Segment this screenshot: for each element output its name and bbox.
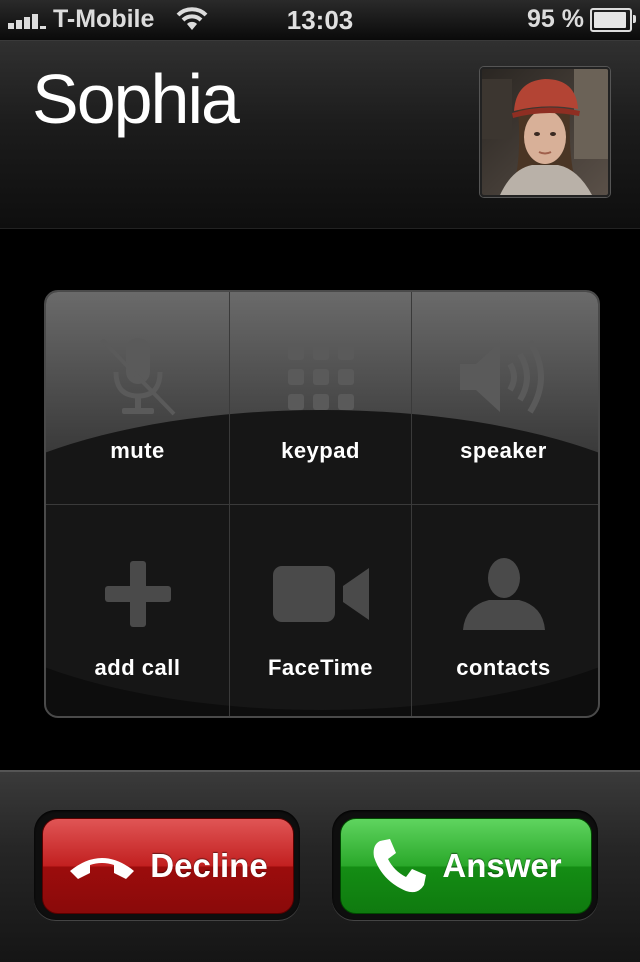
status-bar: T-Mobile 13:03 95 %	[0, 0, 640, 41]
speaker-icon	[459, 340, 544, 414]
keypad-button[interactable]: keypad	[229, 292, 412, 503]
plus-icon	[104, 561, 171, 627]
call-options-panel: mute keypad speaker add call FaceTime co…	[44, 290, 600, 718]
caller-header: Sophia	[0, 41, 640, 229]
wifi-icon	[176, 7, 208, 30]
mic-muted-icon	[100, 338, 175, 416]
call-action-bar: Decline Answer	[0, 770, 640, 962]
keypad-icon	[287, 344, 354, 410]
battery-level	[594, 12, 627, 28]
phone-handset-icon	[373, 839, 427, 893]
add-call-button[interactable]: add call	[46, 505, 229, 716]
speaker-label: speaker	[460, 438, 547, 463]
battery-icon	[590, 8, 636, 32]
caller-photo-image	[482, 69, 608, 195]
contacts-label: contacts	[456, 655, 551, 680]
decline-button[interactable]: Decline	[42, 818, 294, 914]
contact-silhouette-icon	[462, 558, 545, 630]
video-camera-icon	[272, 566, 369, 622]
mute-label: mute	[110, 438, 165, 463]
facetime-button[interactable]: FaceTime	[229, 505, 412, 716]
keypad-label: keypad	[281, 438, 360, 463]
hang-up-icon	[70, 858, 135, 879]
caller-name: Sophia	[32, 60, 240, 138]
contacts-button[interactable]: contacts	[412, 505, 595, 716]
caller-photo	[480, 67, 610, 197]
carrier-name: T-Mobile	[53, 5, 155, 33]
battery-percent: 95 %	[527, 5, 584, 33]
answer-label: Answer	[442, 847, 562, 884]
mute-button[interactable]: mute	[46, 292, 229, 503]
facetime-label: FaceTime	[267, 655, 374, 680]
decline-label: Decline	[150, 847, 268, 884]
answer-button[interactable]: Answer	[340, 818, 592, 914]
add-call-label: add call	[94, 655, 181, 680]
speaker-button[interactable]: speaker	[412, 292, 595, 503]
signal-bars-icon	[8, 14, 46, 29]
